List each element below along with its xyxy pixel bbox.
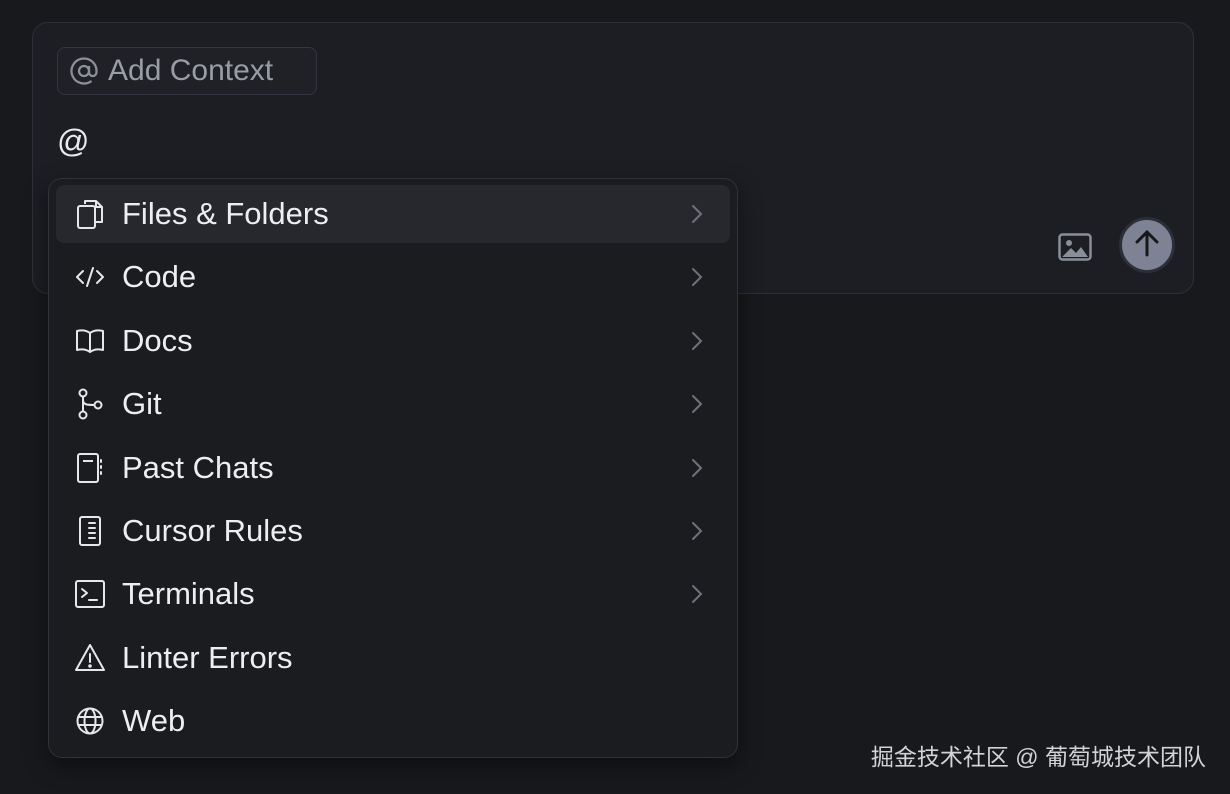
menu-item-past-chats[interactable]: Past Chats (56, 439, 730, 497)
arrow-up-icon (1133, 228, 1161, 263)
image-icon[interactable] (1057, 229, 1093, 265)
menu-item-files-folders[interactable]: Files & Folders (56, 185, 730, 243)
terminal-icon (74, 578, 106, 610)
chevron-right-icon (688, 519, 706, 543)
menu-item-code[interactable]: Code (56, 248, 730, 306)
watermark-text: 掘金技术社区 @ 葡萄城技术团队 (870, 744, 1206, 770)
rules-icon (74, 515, 106, 547)
menu-item-label: Git (122, 386, 162, 422)
files-icon (74, 198, 106, 230)
chevron-right-icon (688, 392, 706, 416)
add-context-label: Add Context (108, 54, 274, 87)
menu-item-label: Terminals (122, 576, 255, 612)
chevron-right-icon (688, 265, 706, 289)
menu-item-web[interactable]: Web (56, 692, 730, 750)
menu-item-cursor-rules[interactable]: Cursor Rules (56, 502, 730, 560)
git-branch-icon (74, 388, 106, 420)
chat-input-text[interactable]: @ (57, 123, 89, 160)
menu-item-label: Code (122, 259, 197, 295)
menu-item-linter-errors[interactable]: Linter Errors (56, 629, 730, 687)
book-icon (74, 325, 106, 357)
menu-item-label: Docs (122, 322, 193, 358)
notebook-icon (74, 452, 106, 484)
menu-item-terminals[interactable]: Terminals (56, 565, 730, 623)
chevron-right-icon (688, 582, 706, 606)
code-icon (74, 261, 106, 293)
add-context-button[interactable]: Add Context (57, 47, 317, 95)
chevron-right-icon (688, 202, 706, 226)
warning-icon (74, 642, 106, 674)
context-menu: Files & Folders Code Docs Git Past Chats… (48, 178, 738, 758)
menu-item-docs[interactable]: Docs (56, 312, 730, 370)
at-sign-icon (68, 55, 100, 87)
chevron-right-icon (688, 329, 706, 353)
menu-item-git[interactable]: Git (56, 375, 730, 433)
menu-item-label: Web (122, 703, 186, 739)
menu-item-label: Cursor Rules (122, 512, 303, 548)
menu-item-label: Past Chats (122, 449, 274, 485)
chevron-right-icon (688, 456, 706, 480)
menu-item-label: Files & Folders (122, 196, 329, 231)
globe-icon (74, 705, 106, 737)
send-button[interactable] (1119, 217, 1175, 273)
menu-item-label: Linter Errors (122, 639, 293, 675)
